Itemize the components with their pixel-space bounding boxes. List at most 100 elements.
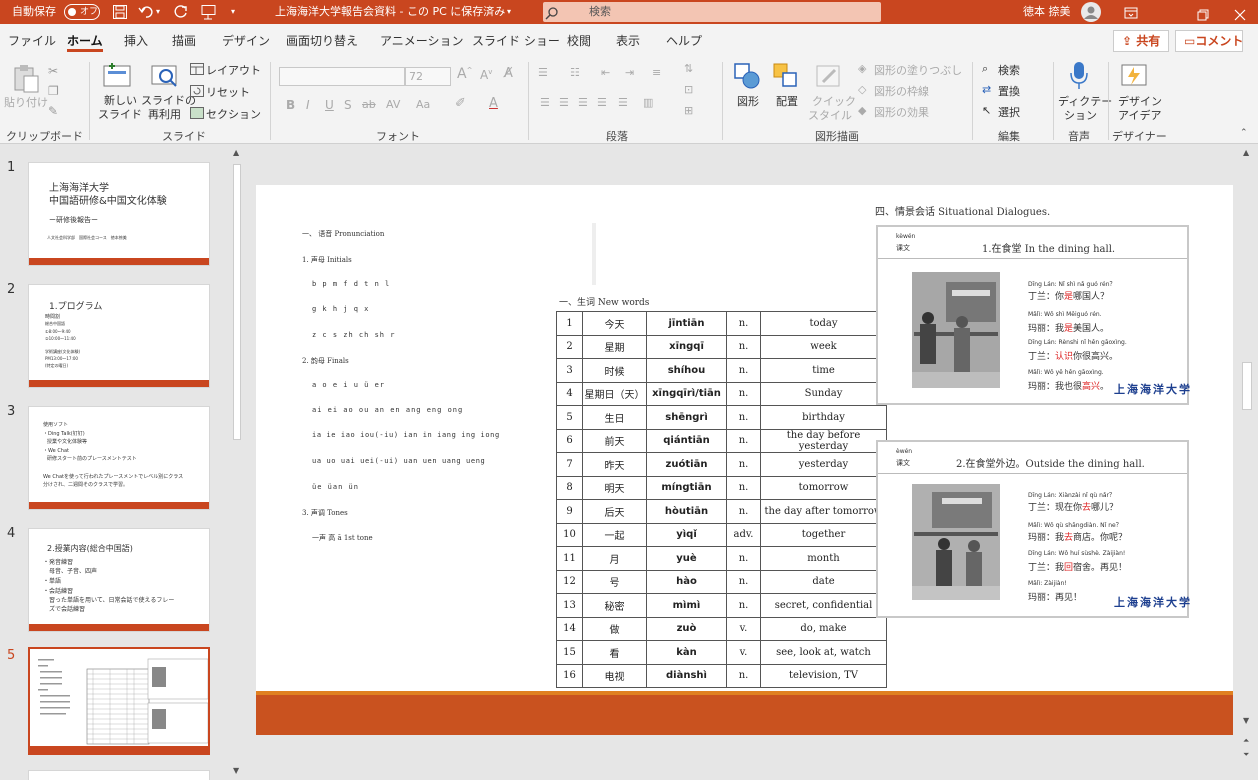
tab-transitions[interactable]: 画面切り替え — [286, 24, 358, 58]
slide-thumbnail-6[interactable] — [28, 770, 210, 780]
designer-label-2[interactable]: アイデア — [1118, 107, 1161, 123]
undo-icon[interactable] — [138, 4, 154, 20]
distributed-icon[interactable]: ☰ — [618, 96, 628, 109]
strike-icon[interactable]: ab — [362, 98, 376, 111]
italic-icon[interactable]: I — [306, 98, 310, 112]
font-color-icon[interactable]: A — [489, 96, 498, 111]
reuse-slides-label-2[interactable]: 再利用 — [148, 106, 181, 122]
smartart-icon[interactable]: ⊞ — [684, 104, 693, 117]
paste-icon[interactable] — [10, 64, 42, 97]
layout-button[interactable]: レイアウト — [206, 62, 261, 78]
quick-styles-icon[interactable] — [815, 62, 843, 93]
slide-thumbnail-1[interactable]: 上海海洋大学 中国語研修&中国文化体験 ー研修後報告ー 人文社会科学部 国際社会… — [28, 162, 210, 266]
decrease-indent-icon[interactable]: ⇤ — [601, 66, 610, 79]
avatar[interactable] — [1081, 2, 1101, 22]
tab-insert[interactable]: 挿入 — [124, 24, 148, 58]
slide-thumbnail-2[interactable]: 1.プログラム 時間割 総合中国語 ①8:00〜9:40 ②10:00〜11:4… — [28, 284, 210, 388]
tab-file[interactable]: ファイル — [8, 24, 56, 58]
shape-effect-button[interactable]: 図形の効果 — [874, 104, 929, 120]
justify-icon[interactable]: ☰ — [597, 96, 607, 109]
reuse-slides-icon[interactable] — [150, 62, 180, 93]
cut-icon[interactable]: ✂ — [48, 64, 58, 78]
scroll-thumb[interactable] — [1242, 362, 1252, 410]
underline-icon[interactable]: U — [325, 98, 334, 112]
arrange-icon[interactable] — [772, 62, 800, 93]
layout-icon[interactable] — [190, 63, 204, 78]
font-size-box[interactable]: 72 — [405, 67, 451, 86]
shape-fill-button[interactable]: 図形の塗りつぶし — [874, 62, 962, 78]
search-box[interactable]: 検索 — [543, 2, 881, 22]
increase-indent-icon[interactable]: ⇥ — [625, 66, 634, 79]
slideshow-start-icon[interactable] — [201, 4, 219, 20]
align-text-icon[interactable]: ⊡ — [684, 83, 693, 96]
slide-thumbnail-5[interactable] — [28, 647, 210, 755]
slide-thumbnail-4[interactable]: 2.授業内容(総合中国語) ・発音練習 母音、子音、四声 ・単語 ・会話練習 習… — [28, 528, 210, 632]
shadow-icon[interactable]: S — [344, 98, 352, 112]
save-icon[interactable] — [112, 4, 128, 20]
tab-draw[interactable]: 描画 — [172, 24, 196, 58]
comment-button[interactable]: ▭コメント — [1175, 30, 1243, 52]
scroll-thumb[interactable] — [233, 164, 241, 440]
title-dropdown-icon[interactable]: ▾ — [507, 0, 511, 24]
bold-icon[interactable]: B — [286, 98, 295, 112]
highlight-icon[interactable]: ✐ — [455, 96, 466, 111]
shrink-font-icon[interactable]: Av — [480, 68, 492, 82]
microphone-icon[interactable] — [1068, 61, 1090, 94]
undo-dropdown-icon[interactable]: ▾ — [156, 0, 160, 24]
minimize-icon[interactable] — [1163, 11, 1174, 26]
dialogue-card-2[interactable]: èwén 课文 2.在食堂外边。Outside the dining hall.… — [876, 440, 1190, 618]
reset-button[interactable]: リセット — [206, 84, 250, 100]
slide-canvas[interactable]: 一、 语音 Pronunciation 1. 声母 Initials b p m… — [256, 185, 1233, 735]
find-button[interactable]: 検索 — [998, 62, 1020, 78]
editor-scrollbar[interactable]: ▲ ▼ ⏶ ⏷ — [1240, 146, 1254, 778]
scroll-up-icon[interactable]: ▲ — [1243, 148, 1249, 157]
char-spacing-icon[interactable]: AV — [386, 98, 400, 111]
scroll-up-icon[interactable]: ▲ — [233, 148, 239, 157]
autosave-toggle[interactable]: オフ — [64, 4, 100, 20]
clear-format-icon[interactable]: A̸ — [504, 66, 513, 81]
user-name[interactable]: 徳本 捺美 — [1023, 0, 1071, 24]
tab-home[interactable]: ホーム — [67, 24, 103, 58]
paste-label[interactable]: 貼り付け — [4, 94, 48, 110]
tab-animations[interactable]: アニメーション — [380, 24, 464, 58]
align-center-icon[interactable]: ☰ — [559, 96, 569, 109]
new-slide-label-2[interactable]: スライド — [98, 106, 142, 122]
shapes-button[interactable]: 図形 — [737, 93, 759, 109]
font-name-box[interactable] — [279, 67, 405, 86]
slide-thumbnail-3[interactable]: 使用ソフト ・Ding Talk(钉钉) 授業や文化体験等 ・We Chat 研… — [28, 406, 210, 510]
replace-button[interactable]: 置換 — [998, 83, 1020, 99]
thumbnails-scrollbar[interactable]: ▲ ▼ — [230, 146, 244, 778]
tab-slideshow[interactable]: スライド ショー — [472, 24, 560, 58]
align-left-icon[interactable]: ☰ — [540, 96, 550, 109]
restore-icon[interactable] — [1197, 6, 1209, 21]
vocabulary-table[interactable]: 1 今天 jīntiān n. today 2 星期 xīngqī n. week 3 时候 shího… — [556, 311, 887, 688]
line-spacing-icon[interactable]: ≡ — [652, 66, 661, 79]
tab-design[interactable]: デザイン — [222, 24, 270, 58]
share-button[interactable]: ⇪ 共有 — [1113, 30, 1169, 52]
arrange-button[interactable]: 配置 — [776, 93, 798, 109]
bullets-icon[interactable]: ☰ — [538, 66, 548, 79]
section-icon[interactable] — [190, 107, 204, 122]
align-right-icon[interactable]: ☰ — [578, 96, 588, 109]
qat-customize-icon[interactable]: ▾ — [231, 0, 235, 24]
text-direction-icon[interactable]: ⇅ — [684, 62, 693, 75]
tab-view[interactable]: 表示 — [616, 24, 640, 58]
columns-icon[interactable]: ▥ — [643, 96, 653, 109]
grow-font-icon[interactable]: A^ — [457, 66, 472, 82]
change-case-icon[interactable]: Aa — [416, 98, 430, 111]
select-button[interactable]: 選択 — [998, 104, 1020, 120]
designer-icon[interactable] — [1120, 61, 1148, 92]
dialogue-card-1[interactable]: kèwén 课文 1.在食堂 In the dining hall. Dīng … — [876, 225, 1190, 405]
collapse-ribbon-icon[interactable]: ⌃ — [1240, 128, 1248, 138]
numbering-icon[interactable]: ☷ — [570, 66, 580, 79]
dictate-label-2[interactable]: ション — [1064, 107, 1097, 123]
tab-review[interactable]: 校閲 — [567, 24, 591, 58]
format-painter-icon[interactable]: ✎ — [48, 104, 58, 118]
ribbon-display-icon[interactable] — [1124, 5, 1138, 19]
reset-icon[interactable] — [190, 85, 204, 100]
next-slide-icon[interactable]: ⏷ — [1243, 750, 1249, 760]
tab-help[interactable]: ヘルプ — [666, 24, 702, 58]
shapes-icon[interactable] — [733, 62, 761, 93]
shape-outline-button[interactable]: 図形の枠線 — [874, 83, 929, 99]
scroll-down-icon[interactable]: ▼ — [233, 766, 239, 775]
